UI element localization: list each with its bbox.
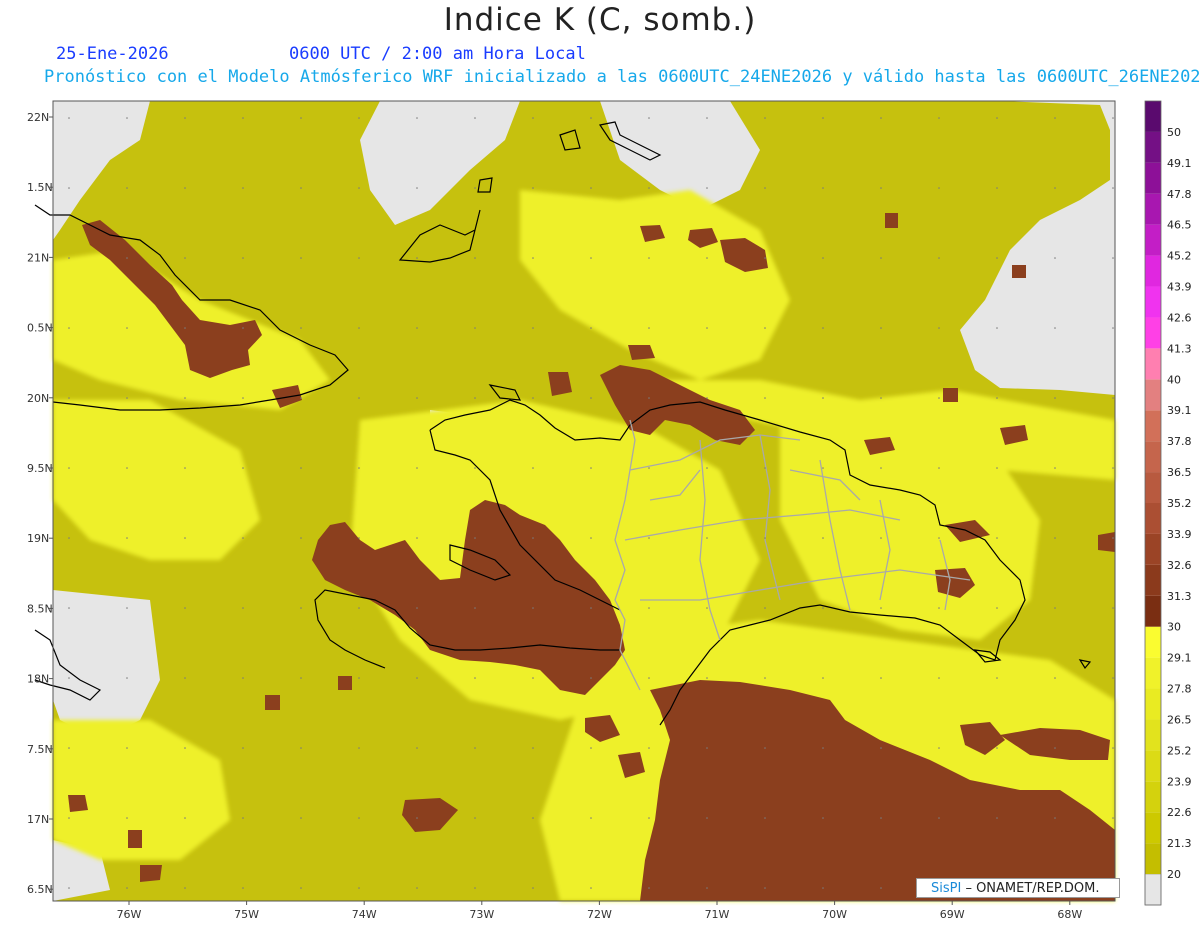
- colorbar-label: 50: [1167, 126, 1181, 139]
- colorbar-swatch: [1145, 750, 1161, 782]
- colorbar-swatch: [1145, 719, 1161, 751]
- grid-dots: [53, 101, 1115, 901]
- colorbar-label: 35.2: [1167, 497, 1192, 510]
- lon-label: 75W: [234, 908, 259, 921]
- colorbar-label: 37.8: [1167, 435, 1192, 448]
- colorbar-swatch: [1145, 781, 1161, 813]
- colorbar-label: 27.8: [1167, 683, 1192, 696]
- colorbar-swatch: [1145, 193, 1161, 225]
- colorbar-label: 31.3: [1167, 590, 1192, 603]
- lat-label: 0.5N: [27, 322, 53, 335]
- k-index-map: 22N 1.5N 21N 0.5N 20N 9.5N 19N 8.5N 18N 7.5N 17N 6.…: [27, 100, 1192, 921]
- colorbar-label: 39.1: [1167, 404, 1192, 417]
- lat-label: 9.5N: [27, 462, 53, 475]
- colorbar-label: 49.1: [1167, 157, 1192, 170]
- lon-label: 68W: [1057, 908, 1082, 921]
- colorbar-label: 26.5: [1167, 713, 1192, 726]
- colorbar-swatch: [1145, 441, 1161, 473]
- colorbar-label: 29.1: [1167, 652, 1192, 665]
- lat-label: 7.5N: [27, 743, 53, 756]
- colorbar-label: 21.3: [1167, 837, 1192, 850]
- colorbar-label: 36.5: [1167, 466, 1192, 479]
- latitude-labels: 22N 1.5N 21N 0.5N 20N 9.5N 19N 8.5N 18N 7.5N 17N 6.…: [27, 111, 53, 896]
- colorbar-swatch: [1145, 626, 1161, 658]
- colorbar-swatch: [1145, 286, 1161, 318]
- colorbar-swatch: [1145, 533, 1161, 565]
- colorbar-label: 42.6: [1167, 311, 1192, 324]
- lat-label: 20N: [27, 392, 49, 405]
- lat-label: 18N: [27, 673, 49, 686]
- colorbar-nodata: [1144, 873, 1162, 906]
- lon-label: 72W: [587, 908, 612, 921]
- colorbar: 20 21.3 22.6 23.9 25.2 26.5 27.8 29.1 30 31.3 32.6…: [1144, 100, 1192, 906]
- colorbar-label: 45.2: [1167, 250, 1192, 263]
- colorbar-label: 41.3: [1167, 342, 1192, 355]
- longitude-labels: 76W 75W 74W 73W 72W 71W 70W 69W 68W: [117, 901, 1082, 921]
- colorbar-label: 33.9: [1167, 528, 1192, 541]
- colorbar-swatch: [1145, 131, 1161, 163]
- colorbar-label: 30: [1167, 621, 1181, 634]
- colorbar-swatch: [1145, 595, 1161, 627]
- colorbar-swatch: [1145, 812, 1161, 844]
- colorbar-label: 32.6: [1167, 559, 1192, 572]
- colorbar-swatch: [1145, 657, 1161, 689]
- lat-label: 17N: [27, 813, 49, 826]
- lat-label: 21N: [27, 251, 49, 264]
- lat-label: 19N: [27, 532, 49, 545]
- colorbar-swatch: [1145, 255, 1161, 287]
- colorbar-label: 40: [1167, 373, 1181, 386]
- lon-label: 73W: [469, 908, 494, 921]
- colorbar-label: 25.2: [1167, 744, 1192, 757]
- colorbar-swatch: [1145, 410, 1161, 442]
- colorbar-label: 22.6: [1167, 806, 1192, 819]
- colorbar-swatch: [1145, 162, 1161, 194]
- lat-label: 6.5N: [27, 883, 53, 896]
- credit-brand: SisPI: [931, 881, 962, 896]
- colorbar-swatch: [1145, 472, 1161, 503]
- lon-label: 70W: [822, 908, 847, 921]
- colorbar-swatch: [1145, 688, 1161, 720]
- colorbar-label: 46.5: [1167, 219, 1192, 232]
- credit-box: SisPI – ONAMET/REP.DOM.: [916, 878, 1120, 898]
- colorbar-swatch: [1145, 317, 1161, 349]
- lat-label: 8.5N: [27, 602, 53, 615]
- colorbar-label: 47.8: [1167, 188, 1192, 201]
- colorbar-label: 23.9: [1167, 775, 1192, 788]
- colorbar-label: 20: [1167, 868, 1181, 881]
- lon-label: 74W: [352, 908, 377, 921]
- colorbar-swatch: [1145, 379, 1161, 411]
- colorbar-swatch: [1145, 101, 1161, 132]
- colorbar-swatch: [1145, 843, 1161, 875]
- lat-label: 22N: [27, 111, 49, 124]
- lat-label: 1.5N: [27, 181, 53, 194]
- lon-label: 76W: [117, 908, 142, 921]
- lon-label: 69W: [940, 908, 965, 921]
- colorbar-label: 43.9: [1167, 281, 1192, 294]
- lon-label: 71W: [705, 908, 730, 921]
- colorbar-swatch: [1145, 564, 1161, 596]
- credit-text: – ONAMET/REP.DOM.: [961, 881, 1100, 896]
- colorbar-swatch: [1145, 348, 1161, 380]
- colorbar-swatch: [1145, 503, 1161, 534]
- colorbar-swatch: [1145, 224, 1161, 256]
